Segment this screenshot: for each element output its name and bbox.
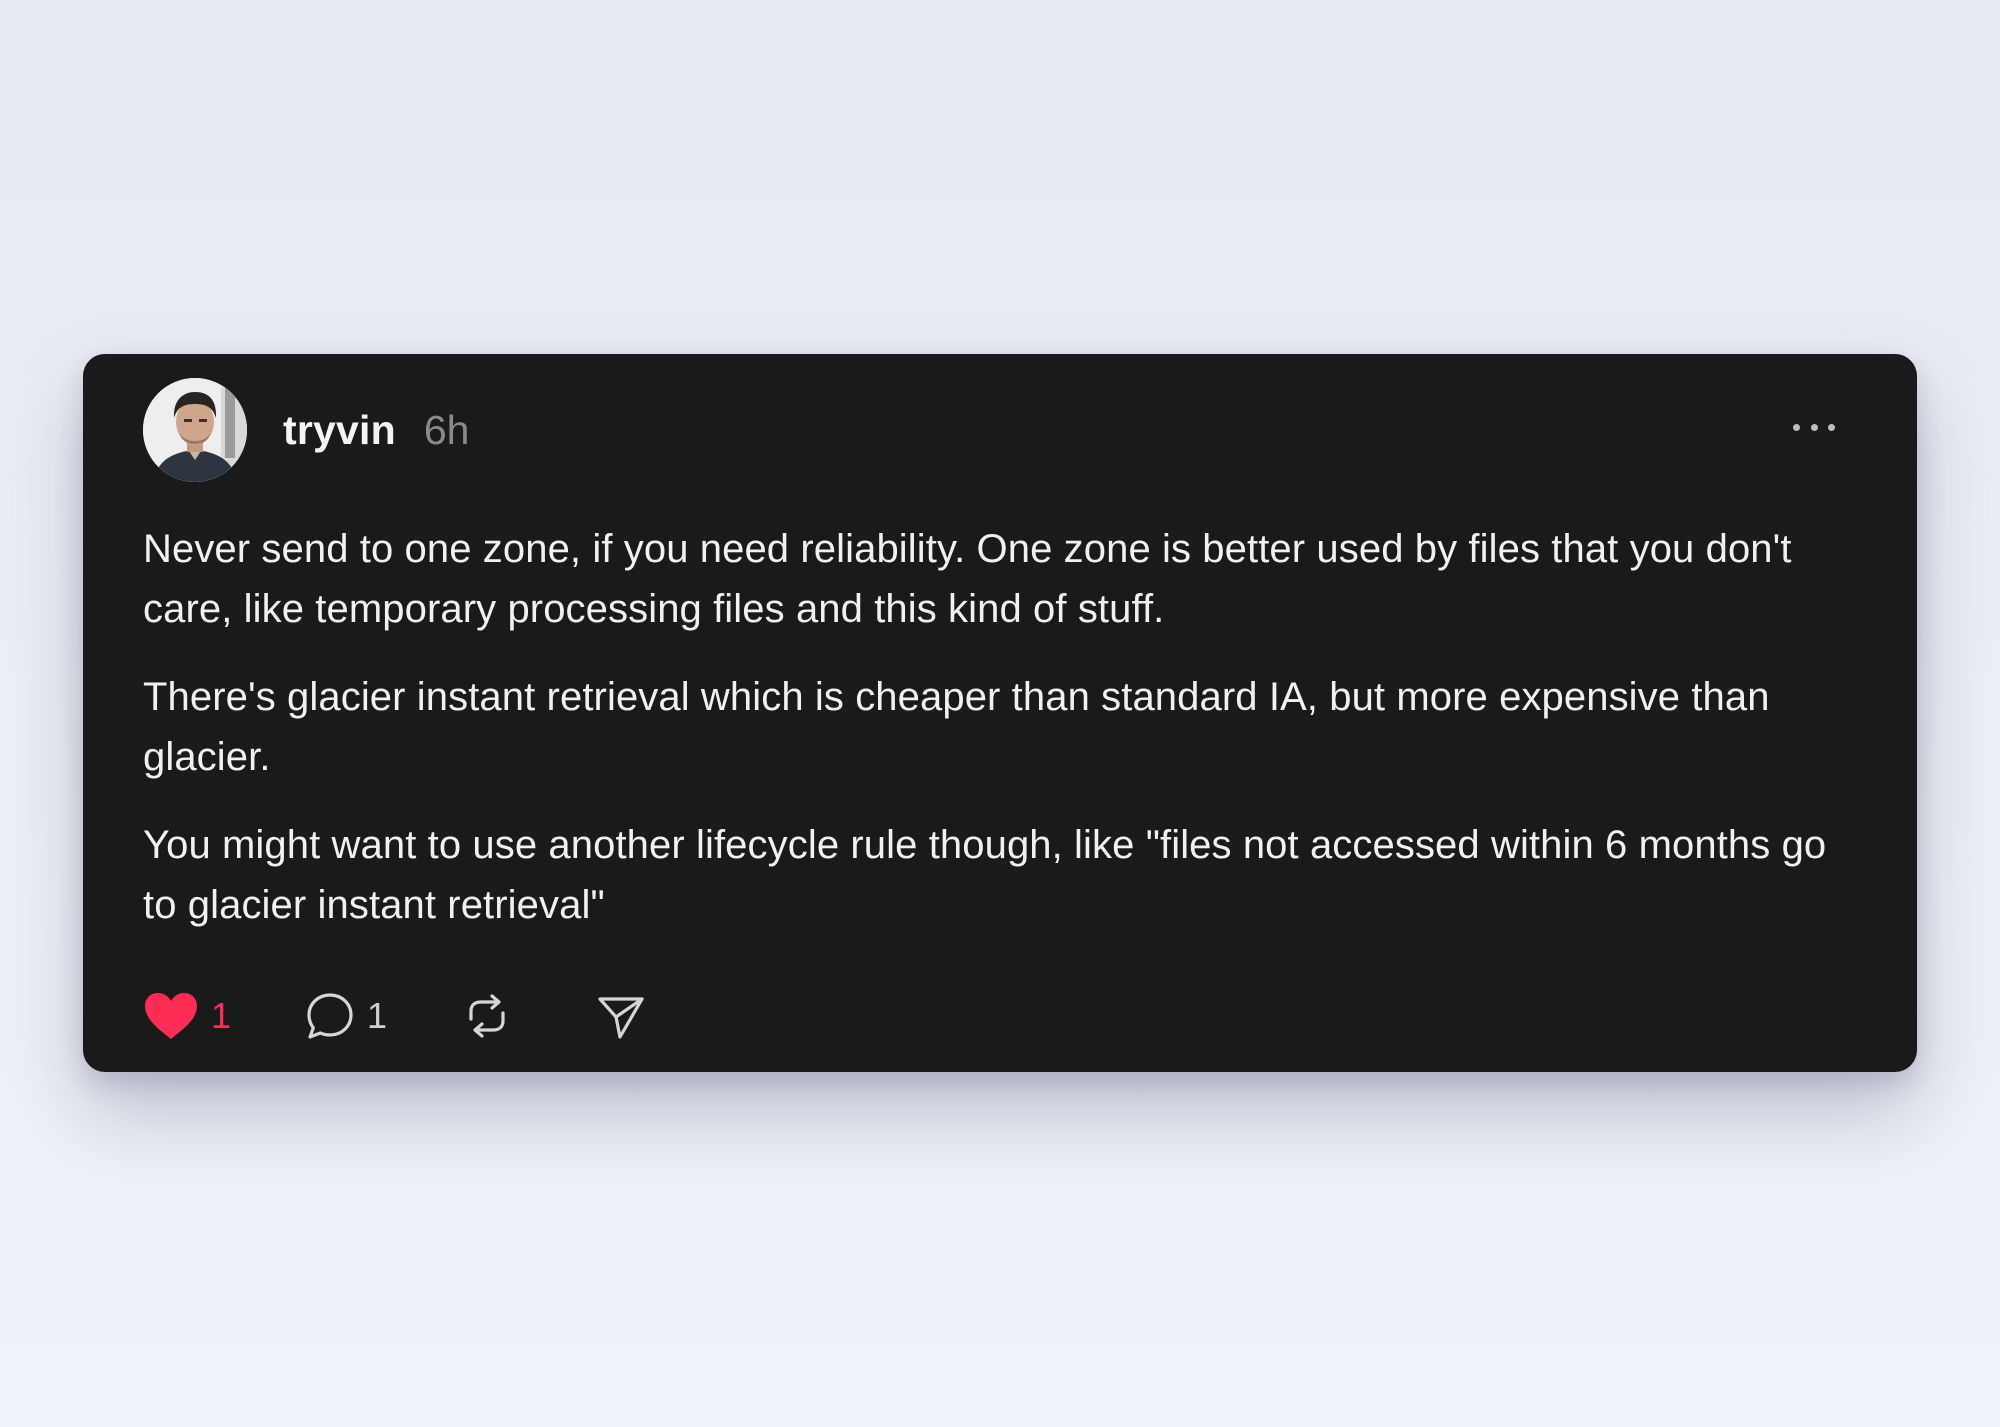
- speech-bubble-icon: [307, 993, 353, 1039]
- heart-icon: [145, 993, 197, 1039]
- post-paragraph-1: Never send to one zone, if you need reli…: [143, 527, 1792, 631]
- like-count: 1: [211, 995, 232, 1036]
- dot: [1828, 423, 1835, 431]
- like-button[interactable]: 1: [143, 991, 263, 1041]
- avatar-photo: [143, 378, 247, 482]
- share-button[interactable]: [596, 991, 646, 1041]
- repost-button[interactable]: [462, 991, 522, 1041]
- post-header: tryvin 6h: [143, 377, 1857, 483]
- post-body: Never send to one zone, if you need reli…: [143, 519, 1857, 935]
- post-card: tryvin 6h Never send to one zone, if you…: [83, 354, 1917, 1072]
- repost-icon: [469, 994, 505, 1038]
- post-paragraph-3: You might want to use another lifecycle …: [143, 823, 1827, 927]
- dot: [1793, 423, 1800, 431]
- username[interactable]: tryvin: [283, 407, 396, 454]
- action-bar: 1 1: [143, 986, 646, 1046]
- reply-count: 1: [367, 995, 388, 1036]
- more-options-icon[interactable]: [1793, 415, 1835, 439]
- reply-button[interactable]: 1: [305, 991, 425, 1041]
- paper-plane-icon: [598, 997, 644, 1039]
- avatar[interactable]: [143, 378, 247, 482]
- post-timestamp: 6h: [423, 406, 470, 453]
- post-paragraph-2: There's glacier instant retrieval which …: [143, 675, 1770, 779]
- dot: [1810, 423, 1818, 431]
